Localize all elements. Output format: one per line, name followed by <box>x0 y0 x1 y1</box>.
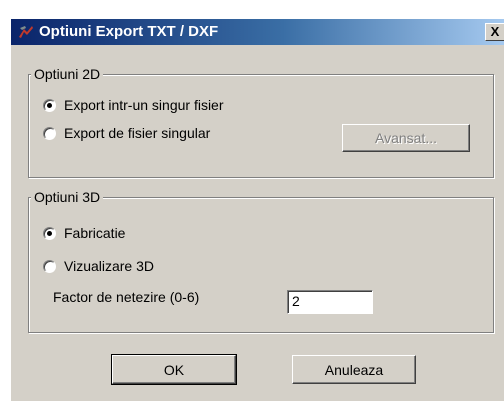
close-icon: X <box>490 24 500 39</box>
ok-button[interactable]: OK <box>111 354 237 385</box>
radio-export-single-file[interactable]: Export intr-un singur fisier <box>43 97 224 113</box>
group-3d-options: Optiuni 3D Fabricatie Vizualizare 3D Fac… <box>28 189 494 333</box>
export-options-dialog: Optiuni Export TXT / DXF X Optiuni 2D Ex… <box>10 18 504 401</box>
radio-fabrication[interactable]: Fabricatie <box>43 225 125 241</box>
group-2d-options: Optiuni 2D Export intr-un singur fisier … <box>28 66 494 178</box>
radio-export-separate-file-label: Export de fisier singular <box>64 125 211 141</box>
radio-fabrication-label: Fabricatie <box>64 225 126 241</box>
app-icon <box>19 26 33 38</box>
group-2d-label: Optiuni 2D <box>31 66 104 82</box>
smoothing-factor-label: Factor de netezire (0-6) <box>53 289 200 305</box>
group-3d-label: Optiuni 3D <box>31 189 104 205</box>
radio-export-single-file-label: Export intr-un singur fisier <box>64 97 224 113</box>
radio-3d-visualization-label: Vizualizare 3D <box>64 258 155 274</box>
radio-button-unchecked[interactable] <box>43 259 56 273</box>
radio-export-separate-file[interactable]: Export de fisier singular <box>43 125 210 141</box>
cancel-button[interactable]: Anuleaza <box>292 355 416 384</box>
advanced-button[interactable]: Avansat... <box>342 124 470 152</box>
smoothing-factor-input[interactable]: 2 <box>287 290 373 314</box>
radio-button-checked[interactable] <box>43 98 56 112</box>
radio-button-checked[interactable] <box>43 226 56 240</box>
title-bar[interactable]: Optiuni Export TXT / DXF X <box>11 19 504 45</box>
radio-3d-visualization[interactable]: Vizualizare 3D <box>43 258 154 274</box>
radio-button-unchecked[interactable] <box>43 126 56 140</box>
window-title: Optiuni Export TXT / DXF <box>39 23 219 40</box>
close-button[interactable]: X <box>485 23 504 41</box>
